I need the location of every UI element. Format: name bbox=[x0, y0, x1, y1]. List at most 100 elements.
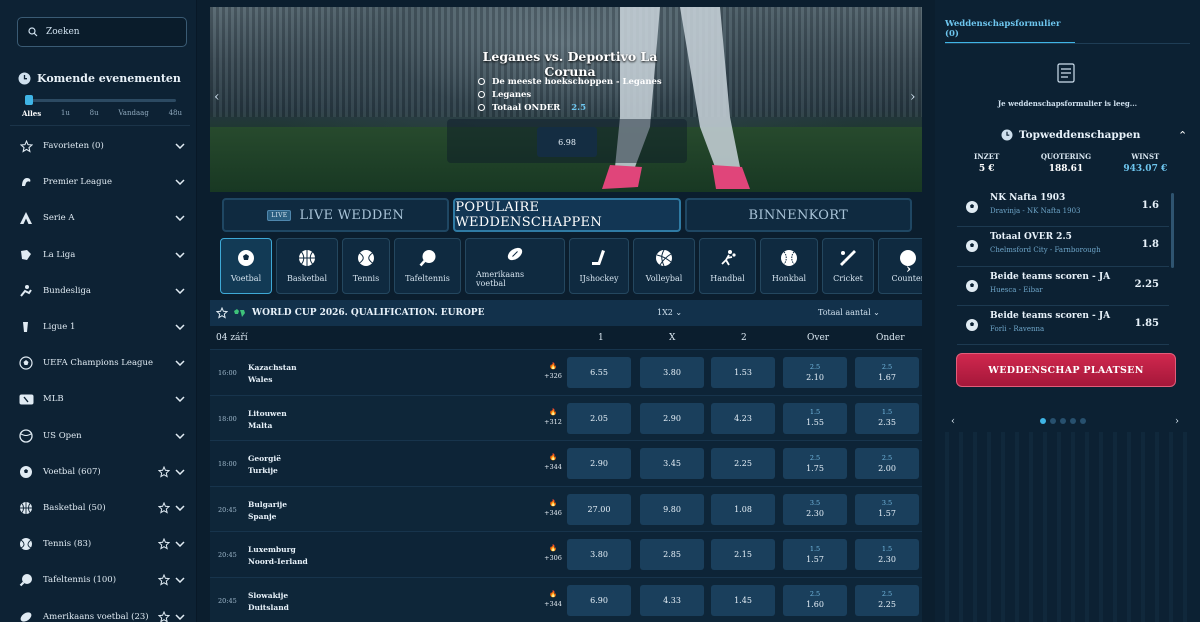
odd-button-2[interactable]: 1.53 bbox=[711, 357, 775, 388]
range-8h[interactable]: 8u bbox=[90, 109, 99, 118]
chevron-down-icon[interactable] bbox=[175, 577, 185, 584]
table-row[interactable]: 18:00 Litouwen Malta 🔥 +312 2.05 2.90 4.23 1.5 1.… bbox=[210, 394, 922, 441]
banner-prev-icon[interactable]: ‹ bbox=[214, 89, 220, 105]
chevron-down-icon[interactable] bbox=[175, 143, 185, 150]
top-bet-item[interactable]: Totaal OVER 2.5 Chelmsford City - Farnbor… bbox=[957, 227, 1169, 267]
match-teams[interactable]: Georgië Turkije bbox=[248, 453, 281, 477]
odd-button-over[interactable]: 2.5 1.60 bbox=[783, 584, 847, 616]
time-range-slider[interactable] bbox=[26, 99, 176, 102]
market-select-total[interactable]: Totaal aantal ⌄ bbox=[818, 308, 880, 317]
favorite-star-icon[interactable] bbox=[157, 538, 171, 550]
sidebar-item-tennis[interactable]: Tennis (83) bbox=[0, 526, 196, 562]
chevron-down-icon[interactable] bbox=[175, 215, 185, 222]
sport-tafeltennis[interactable]: Tafeltennis bbox=[394, 238, 461, 294]
odd-button-2[interactable]: 2.15 bbox=[711, 539, 775, 571]
chevron-down-icon[interactable] bbox=[175, 469, 185, 475]
sidebar-item-premier-league[interactable]: Premier League bbox=[0, 164, 196, 200]
odd-button-under[interactable]: 2.5 1.67 bbox=[855, 357, 919, 388]
match-teams[interactable]: Kazachstan Wales bbox=[248, 362, 297, 386]
odd-button-1[interactable]: 3.80 bbox=[567, 539, 631, 571]
sidebar-item-mlb[interactable]: MLB bbox=[0, 381, 196, 417]
odd-button-under[interactable]: 1.5 2.35 bbox=[855, 402, 919, 434]
odd-button-1[interactable]: 6.55 bbox=[567, 357, 631, 388]
promo-banner[interactable]: ‹ › Leganes vs. Deportivo La Coruna De m… bbox=[210, 7, 922, 192]
more-markets[interactable]: 🔥 +306 bbox=[543, 543, 563, 563]
chevron-down-icon[interactable] bbox=[175, 396, 185, 403]
search-box[interactable] bbox=[17, 17, 187, 47]
sport-amerikaans-voetbal[interactable]: Amerikaans voetbal bbox=[465, 238, 565, 294]
sport-cricket[interactable]: Cricket bbox=[822, 238, 874, 294]
match-teams[interactable]: Litouwen Malta bbox=[248, 408, 287, 432]
sport-honkbal[interactable]: Honkbal bbox=[760, 238, 818, 294]
odd-button-x[interactable]: 4.33 bbox=[640, 584, 704, 616]
favorite-star-icon[interactable] bbox=[157, 501, 171, 514]
sports-next-icon[interactable]: › bbox=[906, 262, 911, 277]
table-row[interactable]: 18:00 Georgië Turkije 🔥 +344 2.90 3.45 2.25 2.5 1… bbox=[210, 440, 922, 486]
sidebar-item-voetbal[interactable]: Voetbal (607) bbox=[0, 454, 196, 490]
sidebar-item-bundesliga[interactable]: Bundesliga bbox=[0, 273, 196, 309]
sport-counter[interactable]: Counter bbox=[878, 238, 922, 294]
odd-button-over[interactable]: 2.5 2.10 bbox=[783, 357, 847, 388]
sidebar-item-la-liga[interactable]: La Liga bbox=[0, 237, 196, 273]
carousel-next-icon[interactable]: › bbox=[1175, 416, 1179, 427]
sidebar-item-basketbal[interactable]: Basketbal (50) bbox=[0, 490, 196, 526]
sport-ijshockey[interactable]: IJshockey bbox=[569, 238, 629, 294]
tab-live[interactable]: LIVE LIVE WEDDEN bbox=[222, 198, 450, 232]
favorite-star-icon[interactable] bbox=[157, 610, 171, 622]
odd-button-x[interactable]: 2.85 bbox=[640, 539, 704, 571]
chevron-down-icon[interactable] bbox=[175, 505, 185, 511]
sidebar-item-champions-league[interactable]: UEFA Champions League bbox=[0, 345, 196, 381]
carousel-prev-icon[interactable]: ‹ bbox=[951, 416, 955, 427]
more-markets[interactable]: 🔥 +326 bbox=[543, 361, 563, 381]
range-today[interactable]: Vandaag bbox=[118, 109, 148, 118]
sport-tennis[interactable]: Tennis bbox=[342, 238, 390, 294]
chevron-down-icon[interactable] bbox=[175, 614, 185, 620]
favorite-star-icon[interactable] bbox=[216, 307, 228, 319]
top-bet-item[interactable]: Beide teams scoren - JA Huesca - Eibar 2.2… bbox=[957, 267, 1169, 306]
match-teams[interactable]: Bulgarije Spanje bbox=[248, 499, 287, 523]
market-select-1x2[interactable]: 1X2 ⌄ bbox=[657, 308, 682, 317]
odd-button-over[interactable]: 1.5 1.55 bbox=[783, 402, 847, 434]
sport-volleybal[interactable]: Volleybal bbox=[633, 238, 695, 294]
top-bet-item[interactable]: Beide teams scoren - JA Forli - Ravenna 1.… bbox=[957, 306, 1169, 346]
sidebar-item-amerikaans-voetbal[interactable]: Amerikaans voetbal (23) bbox=[0, 598, 196, 622]
tab-popular[interactable]: POPULAIRE WEDDENSCHAPPEN bbox=[453, 198, 681, 232]
odd-button-1[interactable]: 2.90 bbox=[567, 448, 631, 480]
odd-button-2[interactable]: 4.23 bbox=[711, 402, 775, 434]
match-teams[interactable]: Luxemburg Noord-Ierland bbox=[248, 544, 308, 568]
sport-voetbal[interactable]: Voetbal bbox=[220, 238, 272, 294]
sport-handbal[interactable]: Handbal bbox=[699, 238, 756, 294]
table-row[interactable]: 20:45 Slowakije Duitsland 🔥 +344 6.90 4.33 1.45… bbox=[210, 576, 922, 622]
place-bet-button[interactable]: WEDDENSCHAP PLAATSEN bbox=[956, 353, 1176, 387]
chevron-down-icon[interactable] bbox=[175, 288, 185, 294]
table-row[interactable]: 20:45 Luxemburg Noord-Ierland 🔥 +306 3.80 2.85… bbox=[210, 531, 922, 577]
sidebar-item-ligue-1[interactable]: Ligue 1 bbox=[0, 309, 196, 345]
odd-button-2[interactable]: 1.08 bbox=[711, 493, 775, 525]
sidebar-item-serie-a[interactable]: Serie A bbox=[0, 200, 196, 236]
odd-button-x[interactable]: 3.80 bbox=[640, 357, 704, 388]
chevron-down-icon[interactable] bbox=[175, 360, 185, 367]
more-markets[interactable]: 🔥 +344 bbox=[543, 589, 563, 609]
range-48h[interactable]: 48u bbox=[169, 109, 182, 118]
sidebar-item-us-open[interactable]: US Open bbox=[0, 418, 196, 454]
odd-button-under[interactable]: 1.5 2.30 bbox=[855, 539, 919, 571]
carousel-dot[interactable] bbox=[1040, 418, 1046, 424]
carousel-dot[interactable] bbox=[1070, 418, 1076, 424]
sport-basketbal[interactable]: Basketbal bbox=[276, 238, 338, 294]
range-1h[interactable]: 1u bbox=[61, 109, 70, 118]
top-bet-item[interactable]: NK Nafta 1903 Dravinja - NK Nafta 1903 1.6 bbox=[957, 188, 1169, 228]
odd-button-under[interactable]: 3.5 1.57 bbox=[855, 493, 919, 525]
carousel-dot[interactable] bbox=[1050, 418, 1056, 424]
table-row[interactable]: 16:00 Kazachstan Wales 🔥 +326 6.55 3.80 1.53 2.5… bbox=[210, 349, 922, 395]
favorite-star-icon[interactable] bbox=[157, 574, 171, 586]
banner-next-icon[interactable]: › bbox=[910, 89, 916, 105]
odd-button-over[interactable]: 1.5 1.57 bbox=[783, 539, 847, 571]
odd-button-over[interactable]: 3.5 2.30 bbox=[783, 493, 847, 525]
sidebar-item-tafeltennis[interactable]: Tafeltennis (100) bbox=[0, 562, 196, 598]
time-range-slider-thumb[interactable] bbox=[25, 95, 33, 105]
table-row[interactable]: 20:45 Bulgarije Spanje 🔥 +346 27.00 9.80 1.08 3.… bbox=[210, 485, 922, 532]
chevron-down-icon[interactable] bbox=[175, 324, 185, 331]
more-markets[interactable]: 🔥 +346 bbox=[543, 498, 563, 518]
banner-odds-button[interactable]: 6.98 bbox=[537, 127, 597, 157]
odd-button-under[interactable]: 2.5 2.00 bbox=[855, 448, 919, 480]
